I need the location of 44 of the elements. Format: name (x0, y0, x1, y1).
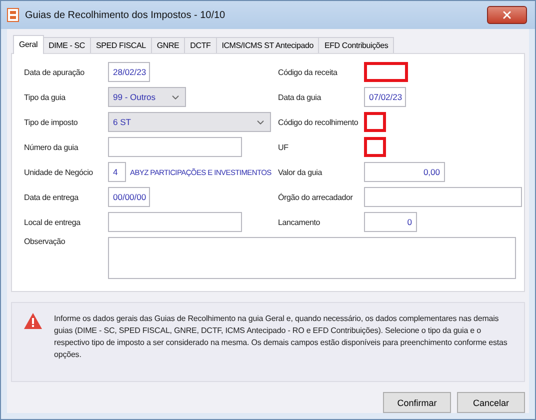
field-label: Data de apuração (24, 68, 84, 76)
info-text: Informe os dados gerais das Guias de Recolhimento na guia Geral e, quando necessário, os dados complementares nas demais guias (DIME - SC, SPED FISCAL, GNRE, DCTF, ICMS Antecipado - RO e EFD Contribuições). Selecione o tipo da guia e o respectivo tipo de imposto a ser considerado na mesma. Os demais campos estão disponíveis para preenchimento conforme estas opções. (54, 313, 508, 361)
field-label: UF (278, 142, 288, 152)
field-label: Valor da guia (278, 168, 322, 176)
dialog-button[interactable]: Confirmar (383, 392, 451, 413)
input-field[interactable] (364, 62, 408, 82)
field-label: Data da guia (278, 92, 321, 102)
dropdown[interactable]: 6 ST (108, 112, 271, 132)
tab[interactable]: ICMS/ICMS ST Antecipado (216, 37, 320, 53)
field-label: Tipo da guia (24, 92, 66, 102)
field-label: Observação (24, 237, 66, 246)
field-label: Código do recolhimento (278, 118, 358, 126)
input-field[interactable]: 0,00 (364, 162, 445, 182)
tab[interactable]: SPED FISCAL (90, 37, 152, 53)
input-field[interactable]: 4 (108, 162, 126, 182)
input-field[interactable] (108, 212, 242, 232)
input-field[interactable] (364, 187, 522, 207)
input-field[interactable]: 0 (364, 212, 417, 232)
field-label: Unidade de Negócio (24, 168, 93, 176)
field-label: Lancamento (278, 218, 320, 226)
tab[interactable]: GNRE (150, 37, 186, 53)
input-field[interactable] (364, 112, 386, 132)
field-label: Órgão do arrecadador (278, 192, 353, 202)
input-field[interactable]: 28/02/23 (108, 62, 150, 82)
field-label: Número da guia (24, 142, 78, 152)
close-icon (501, 9, 513, 21)
input-field[interactable] (108, 137, 242, 157)
dropdown[interactable]: 99 - Outros (108, 87, 186, 107)
close-button[interactable] (487, 6, 527, 24)
tab[interactable]: EFD Contribuições (318, 37, 394, 53)
input-field[interactable] (364, 137, 386, 157)
field-label: Local de entrega (24, 218, 80, 226)
warning-icon (24, 313, 42, 329)
input-field[interactable]: 07/02/23 (364, 87, 406, 107)
field-label: Tipo de imposto (24, 118, 78, 126)
app-logo-icon (7, 8, 19, 22)
input-field[interactable]: 00/00/00 (108, 187, 150, 207)
tab[interactable]: DCTF (184, 37, 217, 53)
dialog-button[interactable]: Cancelar (457, 392, 525, 413)
window-title: Guias de Recolhimento dos Impostos - 10/10 (25, 10, 226, 20)
tab[interactable]: Geral (13, 35, 44, 54)
field-label: Data de entrega (24, 192, 78, 202)
field-label: Código da receita (278, 68, 338, 76)
tab[interactable]: DIME - SC (42, 37, 92, 53)
